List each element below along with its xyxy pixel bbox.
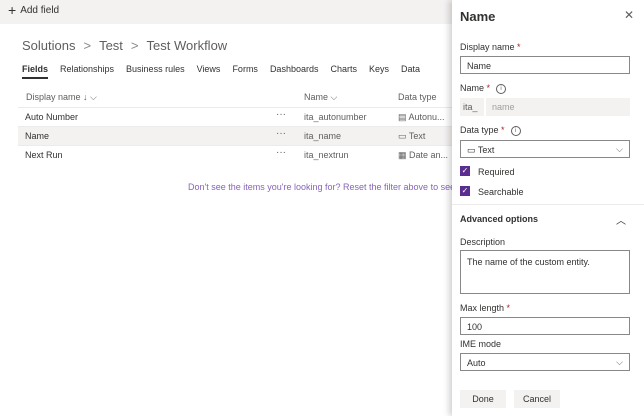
add-field-label: Add field [20, 4, 60, 16]
info-icon[interactable]: i [510, 125, 521, 136]
chevron-down-icon: ⌵ [330, 92, 338, 102]
column-header-data-type[interactable]: Data type [398, 92, 437, 102]
breadcrumb-solutions[interactable]: Solutions [22, 38, 75, 53]
tab-business-rules[interactable]: Business rules [126, 64, 185, 79]
column-name-label: Name [304, 92, 329, 102]
name-prefix: ita_ [460, 98, 484, 116]
command-bar: + Add field [0, 0, 452, 24]
searchable-label: Searchable [478, 187, 524, 197]
searchable-checkbox[interactable]: ✓ [460, 186, 470, 196]
column-header-display-name[interactable]: Display name ↓ ⌵ [26, 92, 97, 103]
tab-forms[interactable]: Forms [232, 64, 258, 79]
cancel-button[interactable]: Cancel [514, 390, 560, 408]
entity-tabs: Fields Relationships Business rules View… [22, 64, 432, 79]
breadcrumb-test-workflow: Test Workflow [146, 38, 228, 53]
row-display-name[interactable]: Next Run [25, 150, 63, 160]
row-display-name[interactable]: Name [25, 131, 49, 141]
max-length-input[interactable]: 100 [460, 317, 630, 335]
tab-dashboards[interactable]: Dashboards [270, 64, 319, 79]
tab-charts[interactable]: Charts [330, 64, 357, 79]
autonumber-icon: ▤ [398, 112, 409, 122]
add-field-button[interactable]: + Add field [8, 2, 60, 18]
column-header-name[interactable]: Name ⌵ [304, 92, 337, 103]
table-row[interactable]: Name ··· ita_name ▭ Text [18, 127, 452, 145]
info-icon[interactable]: i [496, 83, 507, 94]
table-row[interactable]: Auto Number ··· ita_autonumber ▤ Autonu.… [18, 108, 452, 126]
name-input[interactable]: name [486, 98, 630, 116]
plus-icon: + [8, 2, 17, 18]
more-options-icon[interactable]: ··· [276, 147, 286, 158]
calendar-icon: ▦ [398, 150, 410, 160]
chevron-down-icon: ⌵ [90, 92, 97, 102]
text-icon: ▭ [398, 131, 409, 141]
description-label: Description [460, 237, 506, 247]
display-name-label: Display name * [460, 42, 521, 52]
display-name-input[interactable]: Name [460, 56, 630, 74]
close-icon[interactable]: ✕ [624, 8, 634, 22]
chevron-up-icon[interactable]: ︿ [616, 212, 626, 227]
more-options-icon[interactable]: ··· [276, 109, 286, 120]
tab-fields[interactable]: Fields [22, 64, 49, 79]
row-name: ita_autonumber [304, 112, 367, 122]
done-button[interactable]: Done [460, 390, 506, 408]
data-type-label: Data type * i [460, 125, 521, 136]
text-icon: ▭ [467, 145, 478, 155]
max-length-label: Max length * [460, 303, 511, 313]
column-display-name-label: Display name ↓ [26, 92, 88, 102]
row-data-type: ▭ Text [398, 131, 426, 141]
row-name: ita_nextrun [304, 150, 349, 160]
more-options-icon[interactable]: ··· [276, 128, 286, 139]
advanced-options-header[interactable]: Advanced options [460, 214, 538, 224]
description-textarea[interactable]: The name of the custom entity. [460, 250, 630, 294]
name-label: Name * i [460, 83, 507, 94]
tab-keys[interactable]: Keys [369, 64, 389, 79]
row-data-type: ▤ Autonu... [398, 112, 445, 122]
chevron-down-icon: ⌵ [616, 144, 623, 154]
panel-title: Name [460, 9, 496, 24]
tab-views[interactable]: Views [197, 64, 221, 79]
required-label: Required [478, 167, 515, 177]
tab-data[interactable]: Data [401, 64, 420, 79]
ime-mode-select[interactable]: Auto ⌵ [460, 353, 630, 371]
row-name: ita_name [304, 131, 342, 141]
row-data-type: ▦ Date an... [398, 150, 449, 160]
row-display-name[interactable]: Auto Number [25, 112, 78, 122]
ime-mode-label: IME mode [460, 339, 502, 349]
breadcrumb-separator: > [83, 38, 92, 53]
column-data-type-label: Data type [398, 92, 437, 102]
table-row[interactable]: Next Run ··· ita_nextrun ▦ Date an... [18, 146, 452, 164]
breadcrumb-test[interactable]: Test [99, 38, 123, 53]
chevron-down-icon: ⌵ [616, 357, 623, 367]
field-properties-panel: Name ✕ Display name * Name Name * i ita_ … [452, 0, 644, 416]
data-type-select[interactable]: ▭ Text ⌵ [460, 140, 630, 158]
required-checkbox[interactable]: ✓ [460, 166, 470, 176]
filter-note: Don't see the items you're looking for? … [188, 182, 479, 192]
breadcrumb-separator: > [130, 38, 139, 53]
tab-relationships[interactable]: Relationships [60, 64, 114, 79]
breadcrumb: Solutions > Test > Test Workflow [22, 38, 227, 53]
section-divider [452, 204, 644, 205]
